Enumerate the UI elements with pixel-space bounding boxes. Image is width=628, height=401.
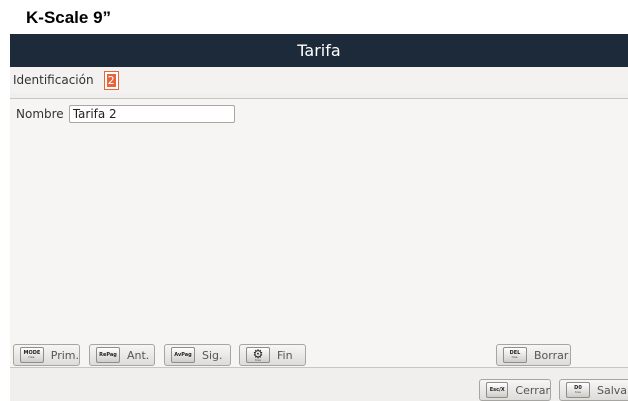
page-down-key-icon: AvPag [171,347,195,363]
next-button[interactable]: AvPag Sig. [164,344,231,366]
gear-icon: ⚙ tres [246,347,270,363]
close-button-label: Cerrar [515,383,550,397]
escape-key-icon: Esc/X [486,382,509,398]
delete-button[interactable]: DEL tres. Borrar [496,344,571,366]
identification-row: Identificación 2 [10,67,628,93]
name-row: Nombre [16,105,235,123]
identification-field[interactable]: 2 [103,70,119,90]
save-button-label: Salvar [597,383,628,397]
name-input[interactable] [68,105,235,123]
app-window: Tarifa Identificación 2 Nombre MODE tres… [10,34,628,401]
window-title: Tarifa [297,41,341,60]
delete-button-label: Borrar [534,348,569,362]
name-label: Nombre [16,107,64,121]
window-titlebar: Tarifa [10,34,628,67]
identification-value: 2 [106,73,116,87]
form-panel: Nombre [10,98,628,368]
d0-key-icon: D0 tres [566,382,590,398]
first-button-label: Prim. [50,348,79,362]
previous-button-label: Ant. [127,348,150,362]
delete-key-icon: DEL tres. [503,347,527,363]
page-up-key-icon: RePag [96,347,120,363]
close-button[interactable]: Esc/X Cerrar [479,379,551,401]
first-button[interactable]: MODE tres. Prim. [13,344,80,366]
mode-key-icon: MODE tres. [20,347,44,363]
last-button[interactable]: ⚙ tres Fin [239,344,306,366]
identification-label: Identificación [13,73,94,87]
previous-button[interactable]: RePag Ant. [89,344,155,366]
next-button-label: Sig. [202,348,223,362]
document-caption: K-Scale 9” [26,8,112,27]
save-button[interactable]: D0 tres Salvar [559,379,628,401]
last-button-label: Fin [277,348,293,362]
